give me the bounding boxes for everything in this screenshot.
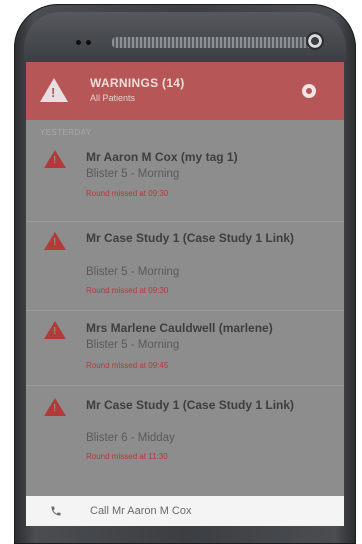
warning-triangle-icon	[44, 150, 66, 168]
speaker-grille	[112, 37, 322, 48]
round-label: Blister 5 - Morning	[86, 339, 180, 351]
section-label: YESTERDAY	[40, 128, 92, 137]
sensor-dot	[76, 40, 81, 45]
sensor-dot	[86, 40, 91, 45]
warning-triangle-icon	[44, 232, 66, 250]
round-label: Blister 5 - Morning	[86, 168, 180, 180]
app-screen: WARNINGS (14) All Patients YESTERDAY Mr …	[26, 62, 344, 526]
warning-triangle-icon	[44, 321, 66, 339]
warnings-header[interactable]: WARNINGS (14) All Patients	[26, 62, 344, 120]
missed-round-alert: Round missed at 09:45	[86, 361, 169, 370]
warning-item[interactable]: Mr Case Study 1 (Case Study 1 Link) Blis…	[26, 222, 344, 311]
phone-top-bezel	[24, 12, 346, 64]
round-label: Blister 6 - Midday	[86, 432, 175, 444]
missed-round-alert: Round missed at 09:30	[86, 286, 169, 295]
front-camera	[306, 32, 324, 50]
warning-triangle-icon	[44, 398, 66, 416]
patient-name: Mr Case Study 1 (Case Study 1 Link)	[86, 231, 295, 245]
sensor-dots	[76, 40, 91, 45]
call-label: Call Mr Aaron M Cox	[90, 505, 192, 517]
patient-name: Mr Case Study 1 (Case Study 1 Link)	[86, 398, 295, 412]
missed-round-alert: Round missed at 09:30	[86, 189, 169, 198]
eye-icon[interactable]	[302, 84, 316, 98]
patient-name: Mr Aaron M Cox (my tag 1)	[86, 150, 238, 164]
warning-item[interactable]: Mr Aaron M Cox (my tag 1) Blister 5 - Mo…	[26, 146, 344, 222]
patient-name: Mrs Marlene Cauldwell (marlene)	[86, 321, 273, 335]
warning-list: Mr Aaron M Cox (my tag 1) Blister 5 - Mo…	[26, 146, 344, 476]
header-subtitle: All Patients	[90, 93, 136, 103]
warning-item[interactable]: Mr Case Study 1 (Case Study 1 Link) Blis…	[26, 386, 344, 476]
call-action[interactable]: Call Mr Aaron M Cox	[26, 496, 344, 526]
phone-icon	[51, 506, 61, 516]
warning-item[interactable]: Mrs Marlene Cauldwell (marlene) Blister …	[26, 311, 344, 386]
missed-round-alert: Round missed at 11:30	[86, 452, 168, 461]
header-title: WARNINGS (14)	[90, 76, 185, 90]
warning-triangle-icon	[40, 78, 68, 102]
round-label: Blister 5 - Morning	[86, 266, 180, 278]
